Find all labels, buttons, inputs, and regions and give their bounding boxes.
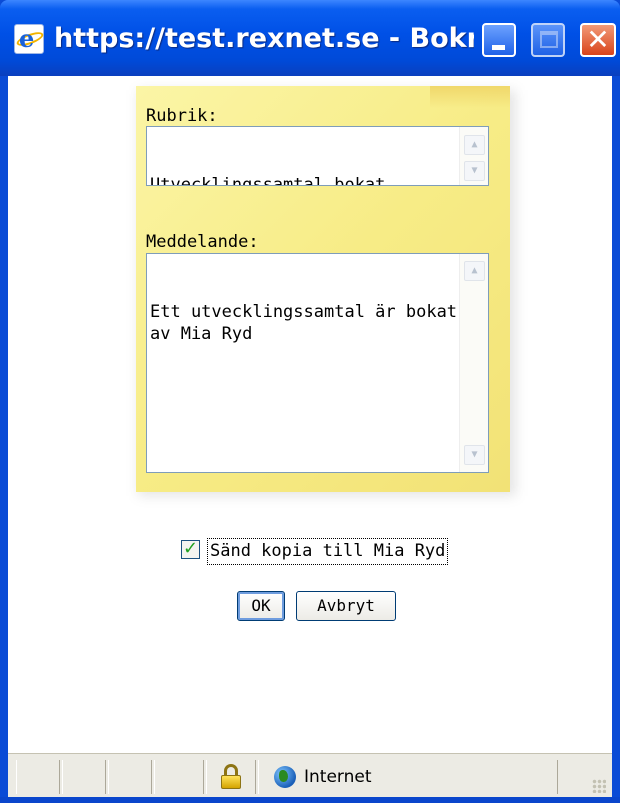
status-pane (108, 760, 152, 794)
browser-popup-window: e https://test.rexnet.se - Bokning... ✕ … (0, 0, 620, 803)
subject-text: Utvecklingssamtal bokat (150, 175, 386, 186)
ie-page-icon: e (14, 24, 45, 54)
send-copy-label[interactable]: Sänd kopia till Mia Ryd (207, 538, 449, 565)
globe-icon (274, 766, 296, 788)
status-pane (62, 760, 106, 794)
close-button[interactable]: ✕ (580, 23, 616, 57)
message-label: Meddelande: (146, 232, 259, 252)
maximize-icon (540, 31, 558, 48)
checkmark-icon: ✓ (183, 538, 199, 559)
status-bar: Internet (8, 753, 612, 797)
sticky-note-curl (430, 86, 510, 108)
subject-scrollbar[interactable]: ▲ ▼ (459, 127, 488, 185)
title-bar[interactable]: e https://test.rexnet.se - Bokning... ✕ (0, 0, 620, 76)
lock-icon[interactable] (220, 764, 242, 790)
ok-button[interactable]: OK (237, 591, 285, 621)
send-copy-checkbox[interactable]: ✓ (181, 538, 200, 559)
maximize-button (531, 23, 565, 57)
scroll-up-icon[interactable]: ▲ (464, 135, 485, 155)
scroll-down-icon[interactable]: ▼ (464, 445, 485, 465)
message-scrollbar[interactable]: ▲ ▼ (459, 254, 488, 472)
message-text: Ett utvecklingssamtal är bokat av Mia Ry… (150, 302, 458, 344)
scroll-down-icon[interactable]: ▼ (464, 161, 485, 181)
window-title: https://test.rexnet.se - Bokning... (54, 23, 474, 54)
message-textarea[interactable]: Ett utvecklingssamtal är bokat av Mia Ry… (146, 253, 489, 473)
subject-textarea[interactable]: Utvecklingssamtal bokat ▲ ▼ (146, 126, 489, 186)
subject-label: Rubrik: (146, 106, 218, 126)
status-pane-zone (258, 760, 558, 794)
status-pane (154, 760, 204, 794)
resize-grip-icon[interactable] (592, 779, 606, 793)
status-pane (16, 760, 60, 794)
cancel-button[interactable]: Avbryt (296, 591, 396, 621)
window-bottom-border (0, 797, 620, 803)
close-icon: ✕ (586, 23, 610, 56)
scroll-up-icon[interactable]: ▲ (464, 261, 485, 281)
minimize-button[interactable] (482, 23, 516, 57)
security-zone-label: Internet (304, 767, 372, 787)
minimize-icon (492, 45, 505, 50)
